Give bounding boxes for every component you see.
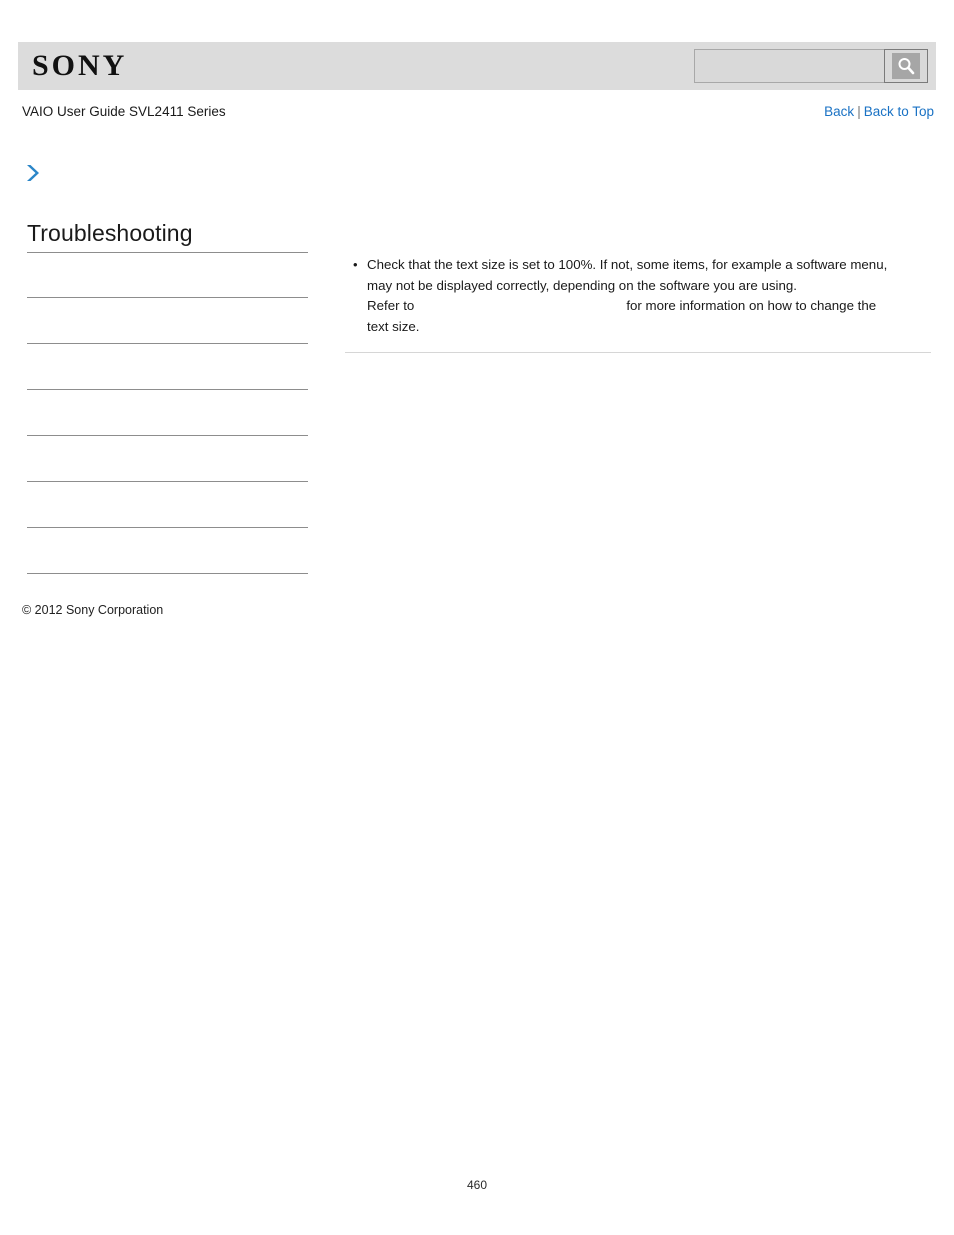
- bullet-line-3: Refer to for more information on how to c…: [367, 296, 933, 317]
- sidebar-item-5[interactable]: [27, 482, 308, 527]
- search-icon: [892, 53, 920, 79]
- refer-to-text: Refer to: [367, 298, 415, 313]
- sony-logo: SONY: [32, 49, 128, 82]
- content-divider: [345, 352, 931, 353]
- sidebar-item-3[interactable]: [27, 390, 308, 435]
- header-nav-links: Back | Back to Top: [824, 104, 934, 119]
- guide-title: VAIO User Guide SVL2411 Series: [22, 103, 226, 119]
- subheader: VAIO User Guide SVL2411 Series Back | Back…: [22, 100, 934, 122]
- sidebar-item-4[interactable]: [27, 436, 308, 481]
- sidebar: Troubleshooting: [27, 220, 308, 575]
- sidebar-item-6[interactable]: [27, 528, 308, 573]
- site-header: SONY: [18, 42, 936, 90]
- bullet-line-1: Check that the text size is set to 100%.…: [367, 257, 888, 272]
- bullet-line-4: text size.: [367, 318, 420, 334]
- main-content: Check that the text size is set to 100%.…: [345, 255, 933, 337]
- sidebar-item-1[interactable]: [27, 298, 308, 343]
- sidebar-item-2[interactable]: [27, 344, 308, 389]
- bullet-line-2: may not be displayed correctly, dependin…: [367, 277, 797, 293]
- bullet-list: Check that the text size is set to 100%.…: [345, 255, 933, 337]
- sidebar-item-0[interactable]: [27, 253, 308, 297]
- chevron-right-icon[interactable]: [24, 163, 42, 183]
- page-title: Troubleshooting: [27, 220, 193, 246]
- copyright-text: © 2012 Sony Corporation: [22, 603, 164, 617]
- list-item: Check that the text size is set to 100%.…: [353, 255, 933, 337]
- back-to-top-link[interactable]: Back to Top: [864, 104, 934, 119]
- search-button[interactable]: [884, 49, 928, 83]
- nav-separator: |: [857, 103, 861, 119]
- search-input[interactable]: [694, 49, 884, 83]
- refer-to-suffix: for more information on how to change th…: [626, 298, 877, 313]
- sidebar-divider: [27, 573, 308, 575]
- back-link[interactable]: Back: [824, 104, 854, 119]
- page-number: 460: [466, 1178, 488, 1192]
- search-group: [694, 49, 928, 83]
